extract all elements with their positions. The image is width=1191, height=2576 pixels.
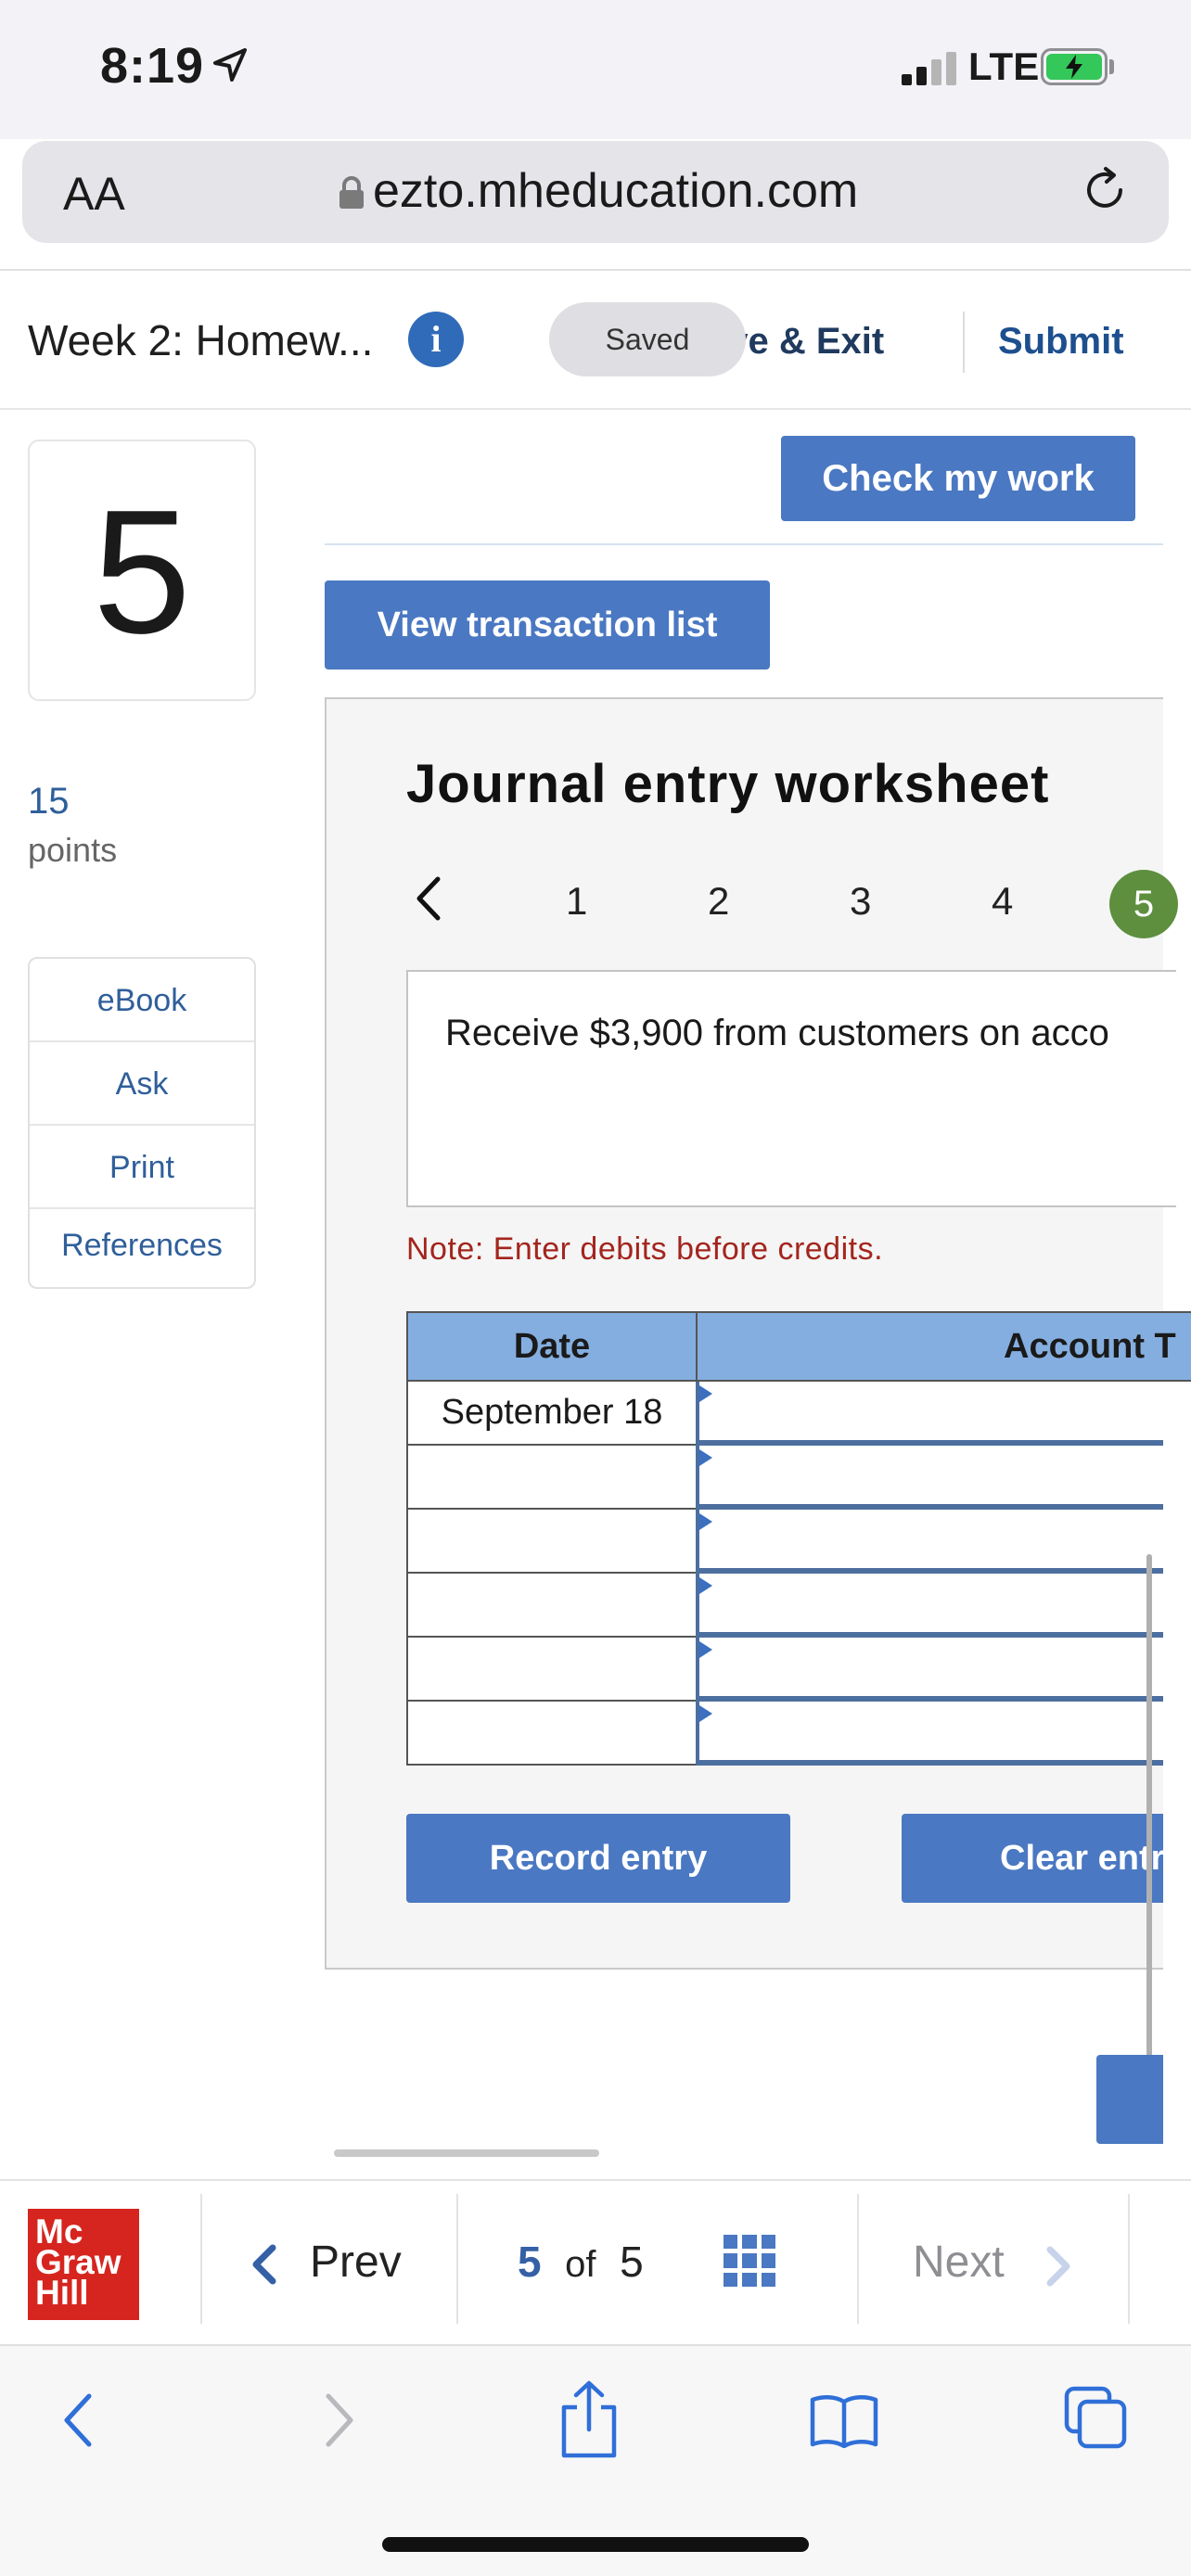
reload-icon[interactable] — [1080, 165, 1130, 220]
date-cell[interactable] — [406, 1574, 698, 1638]
worksheet-page-active[interactable]: 5 — [1109, 870, 1178, 938]
date-column-header: Date — [406, 1311, 698, 1382]
date-cell[interactable] — [406, 1638, 698, 1702]
points-label: points — [28, 831, 118, 869]
mcgraw-hill-logo: Mc Graw Hill — [28, 2209, 139, 2320]
divider — [1128, 2194, 1130, 2324]
ebook-link[interactable]: eBook — [30, 959, 254, 1042]
grid-icon[interactable] — [724, 2235, 775, 2287]
partial-button[interactable] — [1096, 2055, 1163, 2144]
current-question: 5 — [518, 2238, 542, 2286]
worksheet-page-1[interactable]: 1 — [566, 879, 587, 924]
view-transaction-list-button[interactable]: View transaction list — [325, 580, 770, 670]
url-text[interactable]: ezto.mheducation.com — [373, 163, 858, 219]
account-select[interactable] — [696, 1574, 1163, 1638]
total-questions: 5 — [620, 2238, 644, 2286]
clear-entry-button[interactable]: Clear entr — [902, 1814, 1163, 1903]
date-cell[interactable]: September 18 — [406, 1382, 698, 1446]
divider — [456, 2194, 458, 2324]
worksheet-title: Journal entry worksheet — [406, 754, 1050, 814]
date-cell[interactable] — [406, 1702, 698, 1766]
signal-icon — [902, 52, 957, 85]
home-indicator — [382, 2537, 809, 2552]
status-time: 8:19 — [100, 38, 205, 94]
battery-charging-icon — [1041, 48, 1108, 85]
account-select[interactable] — [696, 1446, 1163, 1510]
check-my-work-button[interactable]: Check my work — [781, 436, 1135, 521]
chevron-left-icon[interactable] — [249, 2242, 280, 2291]
divider — [325, 543, 1163, 545]
record-entry-button[interactable]: Record entry — [406, 1814, 790, 1903]
transaction-description: Receive $3,900 from customers on acco — [445, 1013, 1109, 1053]
date-cell[interactable] — [406, 1446, 698, 1510]
submit-button[interactable]: Submit — [998, 321, 1124, 363]
of-label: of — [565, 2244, 596, 2285]
forward-icon[interactable] — [319, 2391, 360, 2455]
saved-toast: Saved — [549, 302, 746, 376]
date-cell[interactable] — [406, 1510, 698, 1574]
bookmarks-icon[interactable] — [809, 2392, 879, 2453]
tabs-icon[interactable] — [1063, 2385, 1128, 2455]
prev-button[interactable]: Prev — [310, 2237, 402, 2288]
back-icon[interactable] — [58, 2391, 98, 2455]
worksheet-page-3[interactable]: 3 — [850, 879, 871, 924]
chevron-right-icon[interactable] — [1043, 2244, 1074, 2293]
resource-links: eBook Ask Print References — [28, 957, 256, 1289]
scroll-indicator — [334, 2149, 599, 2157]
lock-icon — [338, 176, 365, 214]
question-pager: 5 of 5 — [518, 2237, 644, 2287]
network-label: LTE — [968, 45, 1040, 88]
assignment-title[interactable]: Week 2: Homew... — [28, 315, 373, 365]
worksheet-page-2[interactable]: 2 — [708, 879, 729, 924]
print-link[interactable]: Print — [30, 1126, 254, 1209]
account-select[interactable] — [696, 1638, 1163, 1702]
transaction-description-box — [406, 970, 1176, 1207]
account-select[interactable] — [696, 1382, 1163, 1446]
info-icon[interactable]: i — [408, 312, 464, 367]
references-link[interactable]: References — [30, 1209, 254, 1287]
scrollbar[interactable] — [1146, 1554, 1152, 2129]
location-arrow-icon — [211, 46, 249, 88]
battery-cap — [1109, 59, 1114, 74]
ask-link[interactable]: Ask — [30, 1042, 254, 1126]
journal-table: Date Account T September 18 — [406, 1311, 1191, 1769]
account-column-header: Account T — [696, 1311, 1191, 1382]
divider — [200, 2194, 202, 2324]
text-size-button[interactable]: AA — [63, 167, 125, 221]
chevron-left-icon[interactable] — [412, 874, 445, 928]
points-value: 15 — [28, 781, 70, 822]
next-button[interactable]: Next — [913, 2237, 1005, 2288]
divider — [963, 312, 965, 373]
question-number: 5 — [28, 440, 256, 701]
worksheet-page-4[interactable]: 4 — [992, 879, 1013, 924]
account-select[interactable] — [696, 1510, 1163, 1574]
share-icon[interactable] — [558, 2379, 620, 2464]
divider — [857, 2194, 859, 2324]
account-select[interactable] — [696, 1702, 1163, 1766]
worksheet-note: Note: Enter debits before credits. — [406, 1231, 884, 1267]
